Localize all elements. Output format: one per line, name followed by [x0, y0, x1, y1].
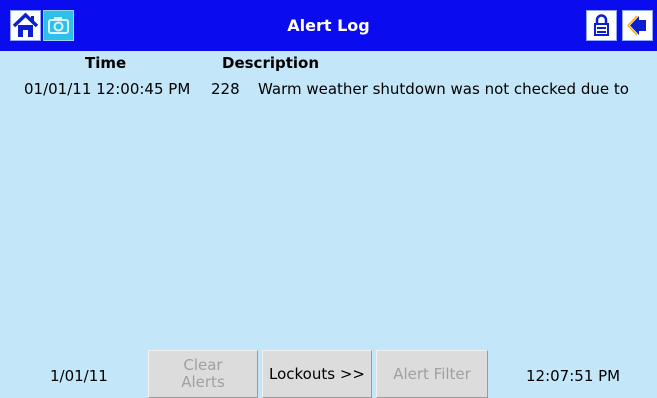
clear-alerts-label-line1: Clear — [183, 356, 223, 374]
lockouts-button[interactable]: Lockouts >> — [262, 350, 372, 398]
camera-button[interactable] — [43, 10, 74, 41]
page-title: Alert Log — [287, 16, 370, 35]
lock-button[interactable] — [586, 10, 617, 41]
camera-icon — [48, 17, 69, 34]
home-icon — [12, 12, 39, 37]
column-header-description: Description — [222, 54, 320, 72]
column-header-time: Time — [85, 54, 127, 72]
back-arrow-icon — [627, 15, 646, 36]
alert-time: 01/01/11 12:00:45 PM — [24, 80, 191, 98]
back-button[interactable] — [622, 10, 653, 41]
alert-code: 228 — [211, 80, 240, 98]
title-bar: Alert Log — [0, 0, 657, 51]
lock-icon — [594, 14, 609, 36]
alert-filter-button[interactable]: Alert Filter — [376, 350, 488, 398]
clear-alerts-label-line2: Alerts — [181, 373, 225, 391]
home-button[interactable] — [10, 10, 41, 41]
current-date: 1/01/11 — [50, 367, 108, 385]
current-time: 12:07:51 PM — [526, 367, 621, 385]
alert-description: Warm weather shutdown was not checked du… — [258, 80, 629, 98]
clear-alerts-button[interactable]: Clear Alerts — [148, 350, 258, 398]
alert-row[interactable]: 01/01/11 12:00:45 PM 228 Warm weather sh… — [0, 80, 657, 102]
